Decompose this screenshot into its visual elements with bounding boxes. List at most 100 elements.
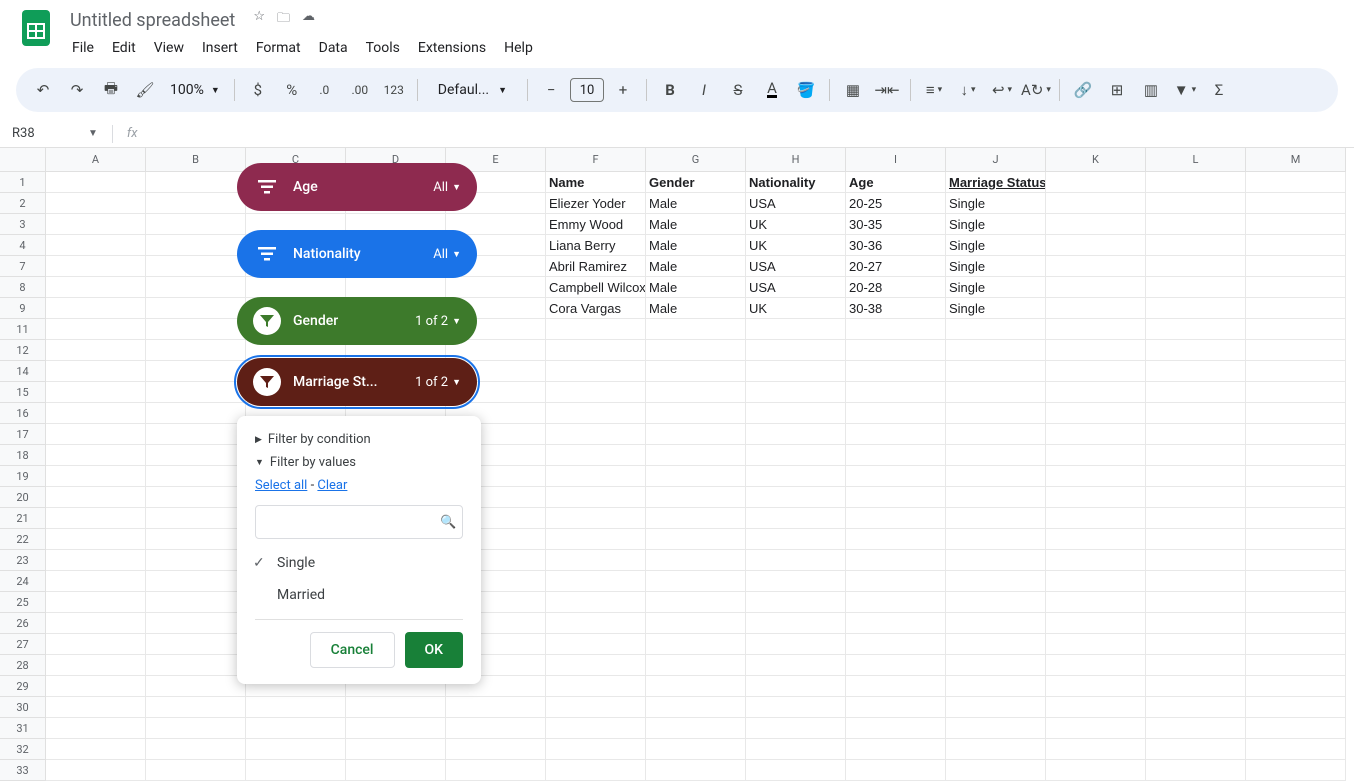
cell[interactable] (1146, 508, 1246, 529)
menu-extensions[interactable]: Extensions (410, 36, 494, 60)
decrease-decimal-button[interactable]: .0 (311, 75, 341, 105)
rotate-button[interactable]: A↻▾ (1021, 75, 1051, 105)
cell[interactable] (846, 676, 946, 697)
cell[interactable] (1046, 340, 1146, 361)
row-header[interactable]: 18 (0, 445, 46, 466)
cell[interactable] (746, 466, 846, 487)
cell[interactable] (546, 361, 646, 382)
cell[interactable] (946, 655, 1046, 676)
move-icon[interactable]: 🗀 (277, 9, 290, 31)
cell[interactable] (446, 277, 546, 298)
cell[interactable] (46, 403, 146, 424)
cell[interactable] (1146, 529, 1246, 550)
cell[interactable] (646, 571, 746, 592)
cell[interactable] (146, 235, 246, 256)
cell[interactable] (146, 634, 246, 655)
cell[interactable] (1146, 676, 1246, 697)
cell[interactable] (846, 760, 946, 781)
cell[interactable] (846, 550, 946, 571)
filter-button[interactable]: ▼▾ (1170, 75, 1200, 105)
cell[interactable] (1046, 613, 1146, 634)
cell[interactable]: Single (946, 235, 1046, 256)
cell[interactable]: USA (746, 277, 846, 298)
cell[interactable] (646, 361, 746, 382)
row-header[interactable]: 9 (0, 298, 46, 319)
cell[interactable] (646, 634, 746, 655)
cell[interactable] (1246, 760, 1346, 781)
cell[interactable] (146, 508, 246, 529)
cell[interactable] (646, 466, 746, 487)
cell[interactable] (46, 508, 146, 529)
cell[interactable] (1246, 487, 1346, 508)
cell[interactable] (1146, 298, 1246, 319)
cell[interactable]: Cora Vargas (546, 298, 646, 319)
row-header[interactable]: 29 (0, 676, 46, 697)
cell[interactable] (146, 214, 246, 235)
print-button[interactable]: 🖶 (96, 75, 126, 105)
cell[interactable] (646, 529, 746, 550)
cell[interactable] (46, 277, 146, 298)
row-header[interactable]: 8 (0, 277, 46, 298)
cell[interactable] (1246, 697, 1346, 718)
filter-search-input[interactable] (264, 515, 440, 530)
cell[interactable] (1246, 571, 1346, 592)
cell[interactable] (546, 466, 646, 487)
cell[interactable] (1246, 403, 1346, 424)
cell[interactable] (1246, 172, 1346, 193)
cell[interactable] (346, 739, 446, 760)
cell[interactable] (146, 613, 246, 634)
cell[interactable] (146, 487, 246, 508)
cell[interactable] (646, 319, 746, 340)
cell[interactable]: Liana Berry (546, 235, 646, 256)
cell[interactable] (1046, 676, 1146, 697)
cell[interactable] (1046, 193, 1146, 214)
cell[interactable] (946, 676, 1046, 697)
cell[interactable]: 30-36 (846, 235, 946, 256)
font-select[interactable]: Defaul...▼ (426, 82, 519, 98)
row-header[interactable]: 4 (0, 235, 46, 256)
cell[interactable] (1246, 676, 1346, 697)
cell[interactable] (1246, 361, 1346, 382)
cell[interactable] (46, 592, 146, 613)
cell[interactable]: Single (946, 298, 1046, 319)
cell[interactable]: Single (946, 193, 1046, 214)
cell[interactable] (746, 403, 846, 424)
cell[interactable] (46, 424, 146, 445)
cell[interactable] (1246, 592, 1346, 613)
font-size-input[interactable]: 10 (570, 78, 604, 102)
cell[interactable] (646, 655, 746, 676)
cell[interactable]: Male (646, 256, 746, 277)
row-header[interactable]: 24 (0, 571, 46, 592)
cell[interactable] (46, 676, 146, 697)
cell[interactable] (1246, 508, 1346, 529)
cell[interactable] (146, 697, 246, 718)
cell[interactable] (46, 382, 146, 403)
cell[interactable] (846, 613, 946, 634)
cell[interactable] (1246, 235, 1346, 256)
cell[interactable]: 30-38 (846, 298, 946, 319)
row-header[interactable]: 20 (0, 487, 46, 508)
cell[interactable] (546, 424, 646, 445)
cell[interactable] (746, 571, 846, 592)
cell[interactable] (46, 235, 146, 256)
cell[interactable]: UK (746, 298, 846, 319)
italic-button[interactable]: I (689, 75, 719, 105)
cell[interactable]: Name (546, 172, 646, 193)
cell[interactable] (846, 466, 946, 487)
currency-button[interactable]: $ (243, 75, 273, 105)
cell[interactable] (746, 487, 846, 508)
cell[interactable] (1146, 718, 1246, 739)
cell[interactable] (846, 697, 946, 718)
cell[interactable] (946, 550, 1046, 571)
cell[interactable] (946, 382, 1046, 403)
select-all-corner[interactable] (0, 148, 46, 172)
cell[interactable]: USA (746, 256, 846, 277)
cell[interactable] (146, 256, 246, 277)
cell[interactable] (46, 256, 146, 277)
cell[interactable] (1246, 655, 1346, 676)
cell[interactable] (946, 361, 1046, 382)
cell[interactable] (1146, 424, 1246, 445)
comment-button[interactable]: ⊞ (1102, 75, 1132, 105)
cell[interactable] (546, 319, 646, 340)
row-header[interactable]: 1 (0, 172, 46, 193)
